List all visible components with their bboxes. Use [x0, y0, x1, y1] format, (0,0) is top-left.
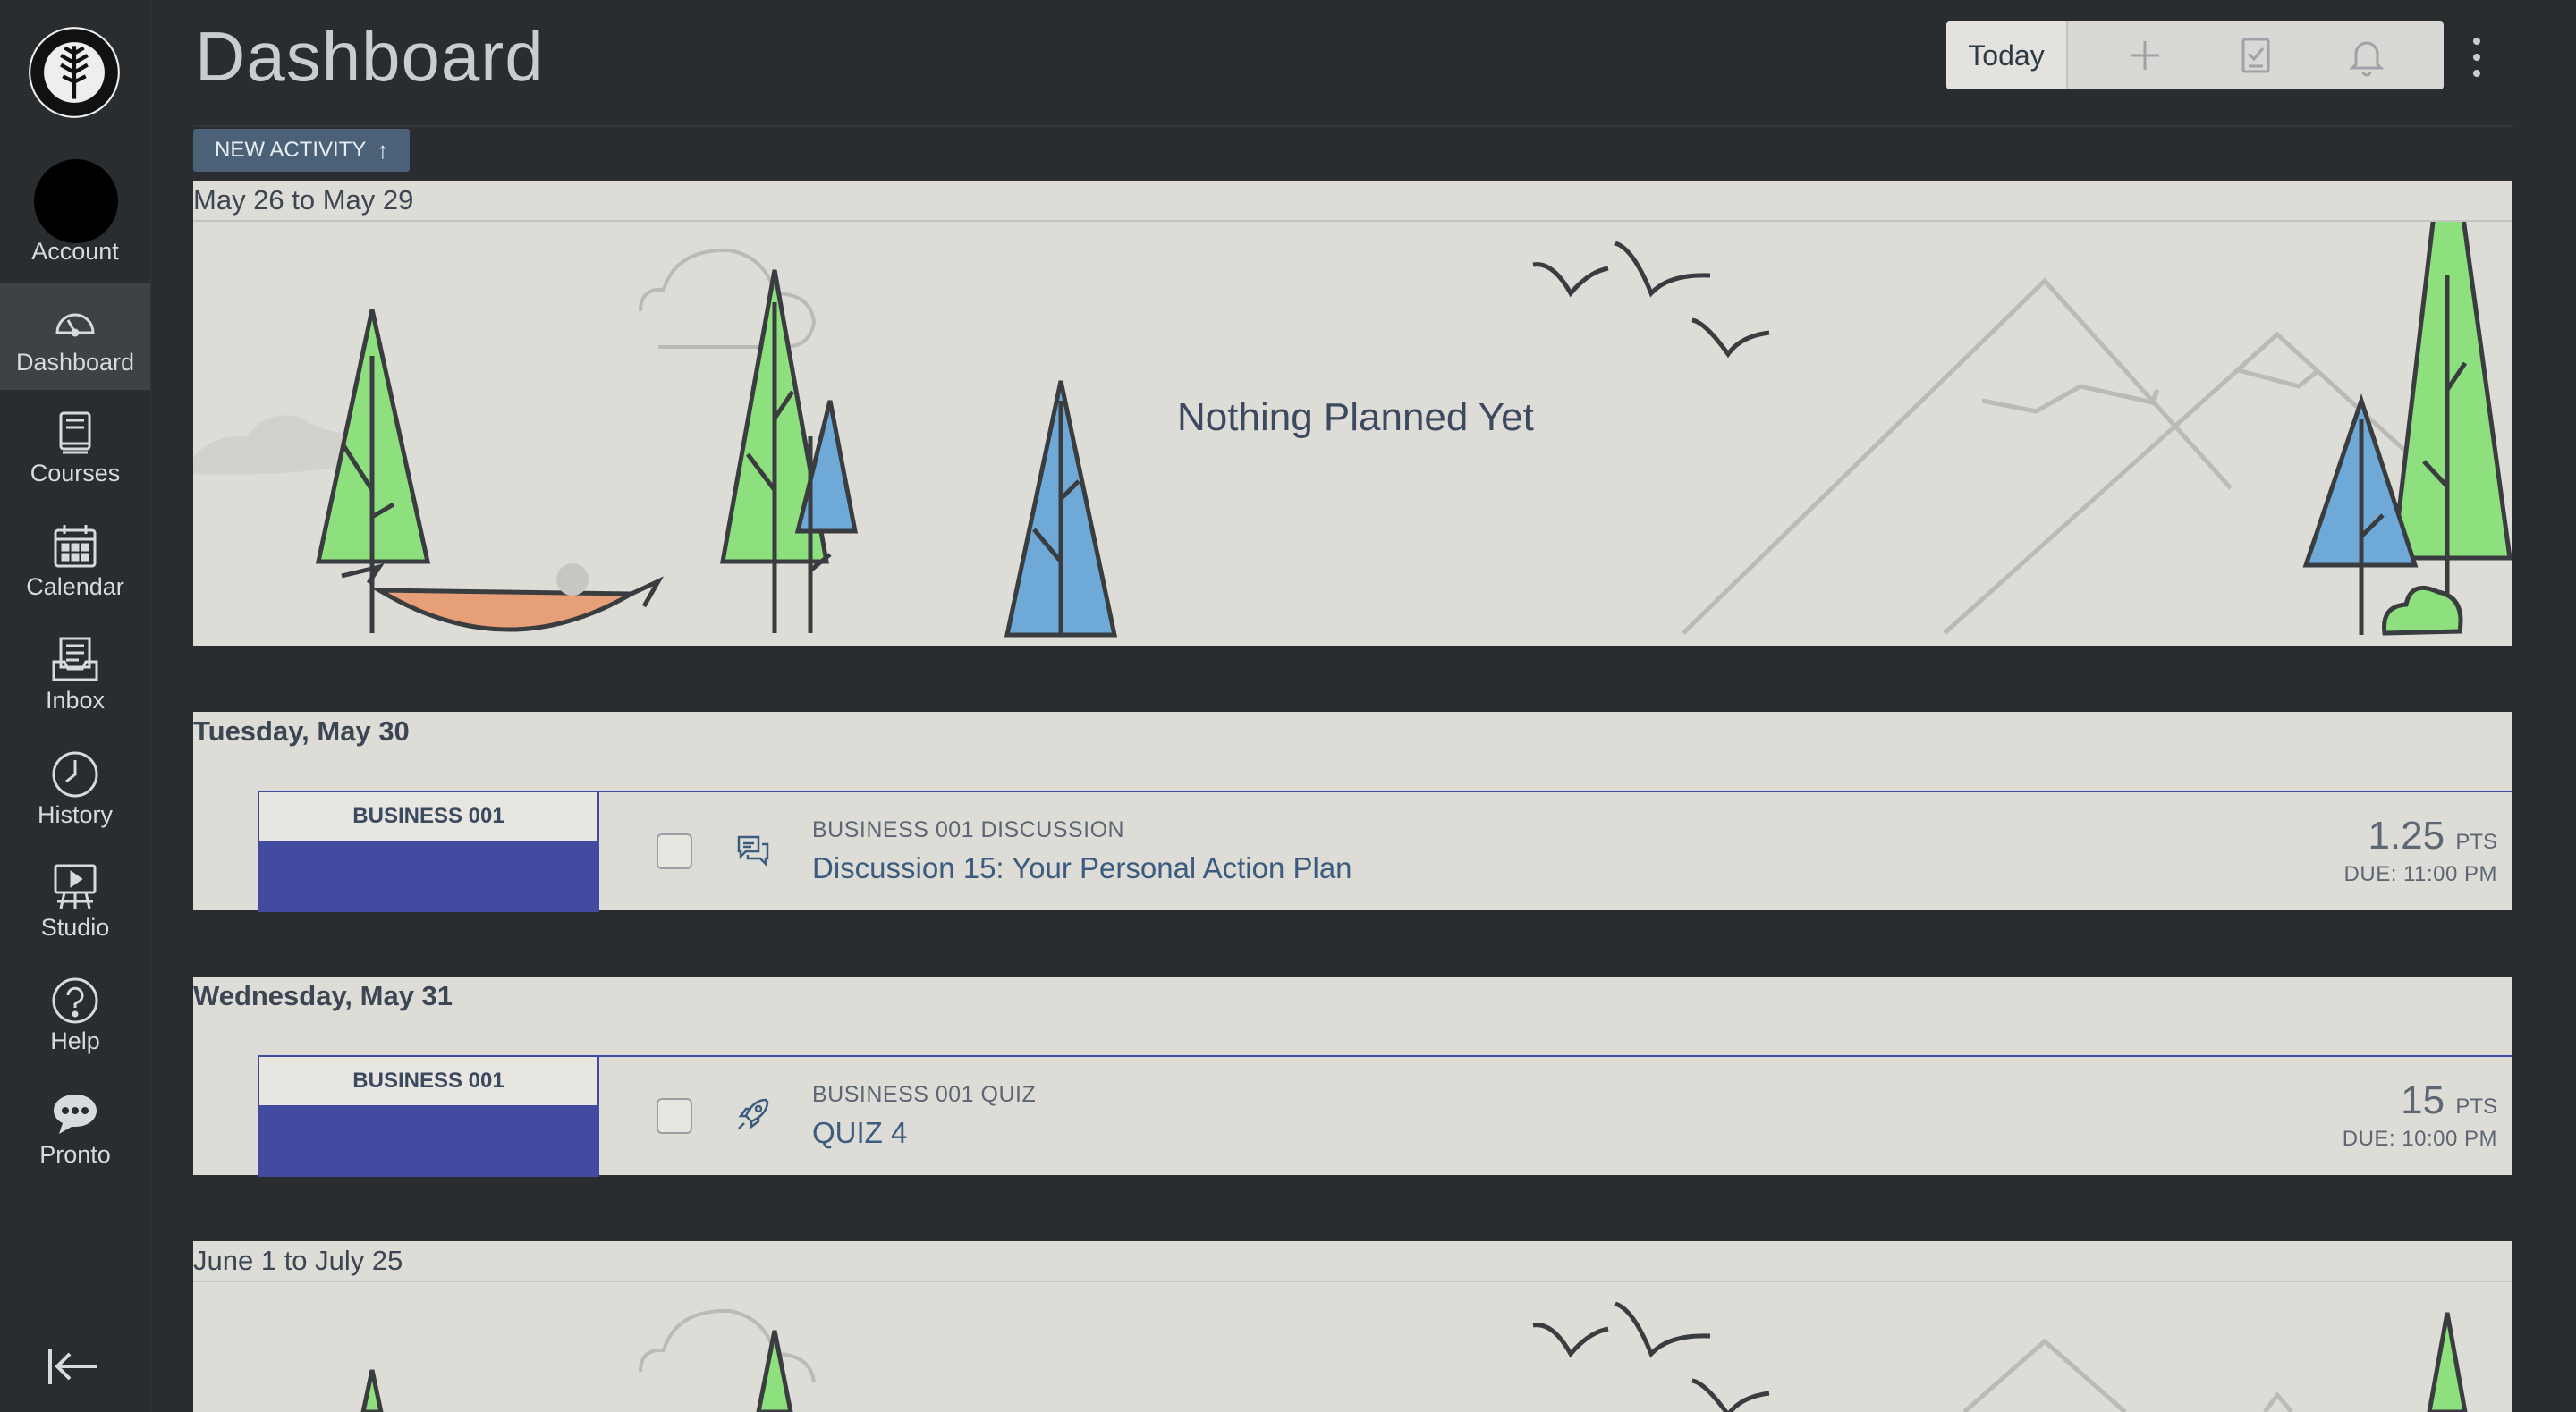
add-icon[interactable] — [2123, 34, 2166, 77]
item-title-link[interactable]: Discussion 15: Your Personal Action Plan — [812, 851, 1352, 885]
course-name: BUSINESS 001 — [259, 792, 597, 841]
course-tile[interactable]: BUSINESS 001 — [258, 792, 599, 912]
item-title-link[interactable]: QUIZ 4 — [812, 1116, 907, 1150]
header-divider — [193, 125, 2513, 127]
more-options-icon[interactable] — [2462, 32, 2492, 82]
sidebar-item-label: Help — [50, 1027, 100, 1054]
courses-icon — [59, 411, 91, 454]
pronto-icon — [54, 1095, 97, 1134]
sidebar-item-history[interactable]: History — [0, 735, 150, 842]
item-type-label: BUSINESS 001 QUIZ — [812, 1082, 1037, 1107]
course-tile[interactable]: BUSINESS 001 — [258, 1057, 599, 1177]
points-unit: PTS — [2455, 830, 2497, 854]
history-icon — [52, 751, 98, 798]
course-color-bar — [259, 1105, 597, 1177]
complete-checkbox[interactable] — [657, 833, 692, 869]
planner-toolbar: Today — [1946, 21, 2444, 89]
day-section-wednesday: Wednesday, May 31 BUSINESS 001 BUSINESS … — [193, 977, 2512, 1177]
sidebar-item-studio[interactable]: Studio — [0, 848, 150, 955]
page-title: Dashboard — [195, 17, 545, 96]
arrow-up-icon: ↑ — [377, 136, 389, 164]
empty-range-section: May 26 to May 29 Nothing Planned Yet — [193, 181, 2512, 646]
dashboard-icon — [55, 313, 95, 337]
sidebar-item-pronto[interactable]: Pronto — [0, 1075, 150, 1182]
due-time: DUE: 10:00 PM — [2342, 1127, 2497, 1151]
sidebar-item-label: Account — [31, 238, 119, 265]
todo-icon[interactable] — [2234, 34, 2277, 77]
studio-icon — [54, 864, 97, 909]
avatar — [34, 159, 118, 243]
new-activity-button[interactable]: NEW ACTIVITY ↑ — [193, 129, 410, 172]
sidebar-item-label: History — [37, 801, 113, 828]
range-label: June 1 to July 25 — [193, 1245, 403, 1276]
discussion-icon — [737, 835, 769, 867]
due-time: DUE: 11:00 PM — [2343, 862, 2497, 886]
sidebar-item-calendar[interactable]: Calendar — [0, 507, 150, 614]
day-section-tuesday: Tuesday, May 30 BUSINESS 001 BUSINESS 00… — [193, 712, 2512, 912]
quiz-rocket-icon — [738, 1098, 769, 1129]
sidebar-item-label: Pronto — [39, 1141, 111, 1168]
points-unit: PTS — [2455, 1095, 2497, 1119]
points-number: 1.25 — [2368, 814, 2445, 858]
new-activity-label: NEW ACTIVITY — [215, 138, 367, 162]
points-number: 15 — [2401, 1078, 2445, 1122]
sidebar-item-label: Calendar — [26, 573, 124, 600]
planner-item-quiz: BUSINESS 001 BUSINESS 001 QUIZ QUIZ 4 15… — [258, 1055, 2512, 1177]
points-value: 1.25 PTS — [2368, 814, 2497, 858]
today-button[interactable]: Today — [1946, 21, 2068, 89]
sidebar-item-label: Courses — [30, 460, 121, 486]
day-label: Tuesday, May 30 — [193, 715, 410, 747]
sidebar-item-label: Dashboard — [15, 349, 135, 376]
sidebar-item-label: Studio — [40, 914, 110, 941]
sidebar-item-account[interactable]: Account — [0, 150, 150, 265]
nothing-planned-text: Nothing Planned Yet — [1177, 395, 1534, 439]
range-label: May 26 to May 29 — [193, 184, 414, 216]
complete-checkbox[interactable] — [657, 1098, 692, 1134]
sidebar-item-dashboard[interactable]: Dashboard — [0, 283, 150, 390]
sidebar-item-inbox[interactable]: Inbox — [0, 621, 150, 728]
course-color-bar — [259, 841, 597, 912]
planner-item-discussion: BUSINESS 001 BUSINESS 001 DISCUSSION Dis… — [258, 791, 2512, 912]
nothing-planned-illustration — [360, 1301, 2468, 1412]
notification-bell-icon[interactable] — [2345, 34, 2388, 77]
collapse-nav-icon[interactable] — [45, 1341, 102, 1391]
calendar-icon — [54, 525, 97, 568]
day-label: Wednesday, May 31 — [193, 980, 453, 1011]
course-name: BUSINESS 001 — [259, 1057, 597, 1105]
global-navigation: Account Dashboard Courses Calendar Inbox… — [0, 0, 151, 1412]
college-logo[interactable] — [27, 25, 122, 120]
empty-range-section-2: June 1 to July 25 — [193, 1241, 2512, 1412]
points-value: 15 PTS — [2401, 1078, 2497, 1123]
help-icon — [52, 977, 98, 1024]
sidebar-item-help[interactable]: Help — [0, 961, 150, 1069]
item-type-label: BUSINESS 001 DISCUSSION — [812, 817, 1125, 842]
inbox-icon — [52, 637, 98, 681]
sidebar-item-courses[interactable]: Courses — [0, 393, 150, 501]
sidebar-item-label: Inbox — [45, 687, 106, 714]
